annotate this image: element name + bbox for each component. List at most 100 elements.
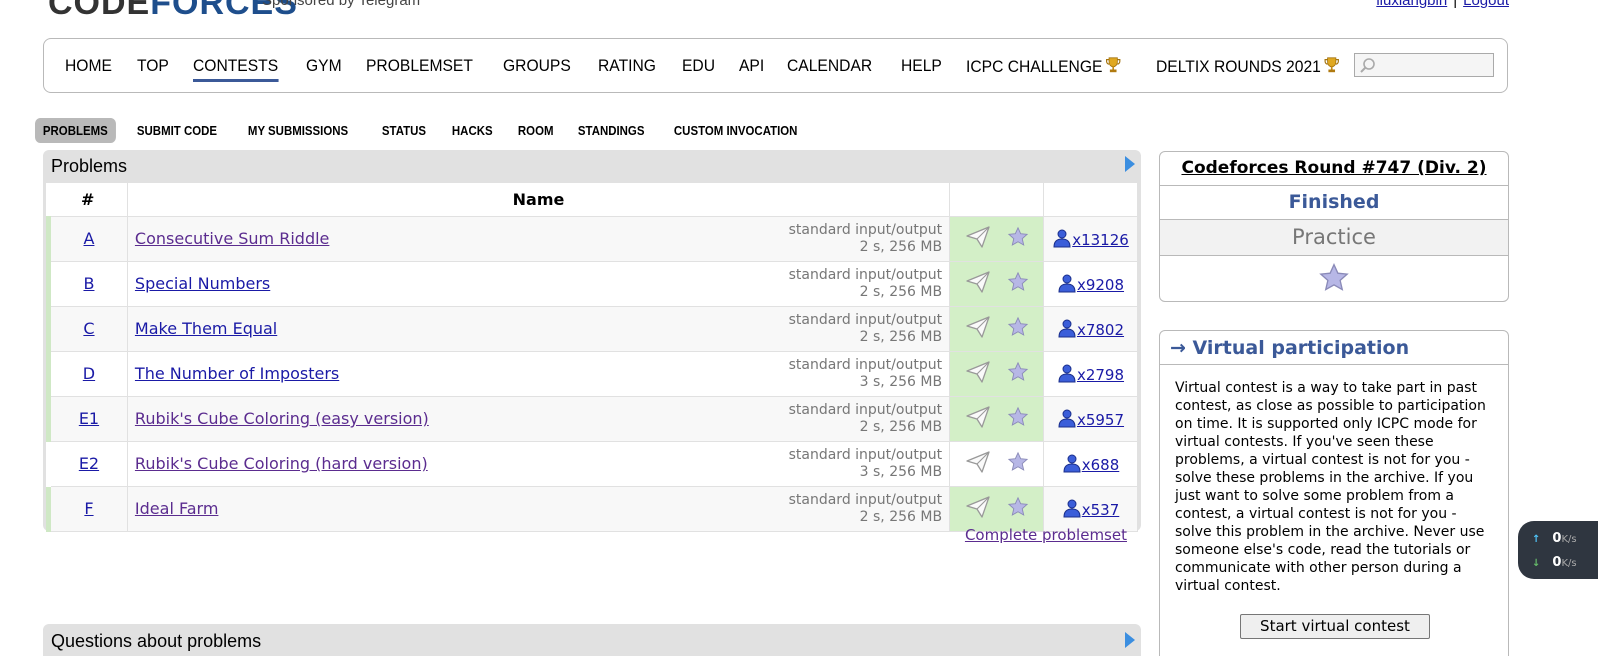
submit-plane-icon[interactable] <box>965 405 991 433</box>
problem-index-link[interactable]: E1 <box>79 409 99 428</box>
user-icon <box>1062 499 1082 519</box>
main-menu-item-calendar[interactable]: CALENDAR <box>787 56 872 77</box>
problem-index-link[interactable]: D <box>83 364 95 383</box>
problem-name-link[interactable]: Consecutive Sum Riddle <box>135 229 329 248</box>
round-title: Codeforces Round #747 (Div. 2) <box>1160 152 1508 186</box>
solvers-link[interactable]: x2798 <box>1057 364 1124 384</box>
main-menu-item-api[interactable]: API <box>739 56 764 77</box>
problem-index-link[interactable]: F <box>84 499 93 518</box>
io-text: standard input/output <box>788 311 943 328</box>
main-menu-item-rating[interactable]: RATING <box>598 56 656 77</box>
user-icon <box>1057 274 1077 294</box>
problem-row: C Make Them Equal standard input/output 2 s… <box>46 306 1138 352</box>
main-menu-item-help[interactable]: HELP <box>901 56 942 77</box>
problem-index-link[interactable]: E2 <box>79 454 99 473</box>
submit-plane-icon[interactable] <box>965 315 991 343</box>
submit-plane-icon[interactable] <box>965 225 991 253</box>
questions-title: Questions about problems <box>51 631 262 651</box>
favourite-star-icon[interactable] <box>1160 256 1508 301</box>
solvers-link[interactable]: x7802 <box>1057 319 1124 339</box>
favourite-star-icon[interactable] <box>1007 361 1029 387</box>
favourite-star-icon[interactable] <box>1007 226 1029 252</box>
favourite-star-icon[interactable] <box>1007 496 1029 522</box>
round-link[interactable]: Codeforces Round #747 (Div. 2) <box>1181 158 1486 178</box>
problem-row: E1 Rubik's Cube Coloring (easy version) st… <box>46 396 1138 442</box>
start-virtual-contest-button[interactable]: Start virtual contest <box>1240 614 1430 639</box>
main-menu-item-contests[interactable]: CONTESTS <box>192 56 278 82</box>
logout-link[interactable]: Logout <box>1463 0 1509 9</box>
main-menu-item-groups[interactable]: GROUPS <box>503 56 571 77</box>
submit-plane-icon[interactable] <box>965 270 991 298</box>
round-status: Finished <box>1160 186 1508 220</box>
search-input[interactable] <box>1354 53 1494 77</box>
contest-menu-custom-invocation[interactable]: CUSTOM INVOCATION <box>666 118 805 143</box>
favourite-star-icon[interactable] <box>1007 271 1029 297</box>
user-icon <box>1052 229 1072 249</box>
favourite-star-icon[interactable] <box>1007 316 1029 342</box>
limits-text: 2 s, 256 MB <box>859 328 943 345</box>
contest-menu-room[interactable]: ROOM <box>510 118 561 143</box>
problem-actions-cell <box>949 261 1045 307</box>
logo-text: CODEFORCES <box>48 0 298 22</box>
round-phase: Practice <box>1160 220 1508 256</box>
favourite-star-icon[interactable] <box>1007 406 1029 432</box>
problem-name-link[interactable]: Rubik's Cube Coloring (hard version) <box>135 454 428 473</box>
problem-index-cell: E2 <box>46 441 128 487</box>
io-text: standard input/output <box>788 221 943 238</box>
solvers-cell: x688 <box>1043 441 1138 487</box>
solvers-link[interactable]: x688 <box>1062 454 1119 474</box>
submit-plane-icon[interactable] <box>965 495 991 523</box>
solvers-link[interactable]: x13126 <box>1052 229 1129 249</box>
column-name: Name <box>127 183 951 217</box>
main-menu-item-top[interactable]: TOP <box>137 56 169 77</box>
complete-problemset-link[interactable]: Complete problemset <box>965 526 1127 544</box>
problems-box: Problems # Name A Consecutive Sum Riddle s… <box>43 150 1141 532</box>
problem-name-link[interactable]: Special Numbers <box>135 274 270 293</box>
toggle-arrow-icon[interactable] <box>1125 156 1135 172</box>
main-menu-item-problemset[interactable]: PROBLEMSET <box>366 56 473 77</box>
problem-name-link[interactable]: The Number of Imposters <box>135 364 339 383</box>
main-menu-item-deltix-rounds-2021[interactable]: DELTIX ROUNDS 2021 <box>1156 56 1340 77</box>
contest-menu-problems[interactable]: PROBLEMS <box>35 118 116 143</box>
user-icon <box>1057 319 1077 339</box>
contest-menu-standings[interactable]: STANDINGS <box>570 118 652 143</box>
submit-plane-icon[interactable] <box>965 450 991 478</box>
solvers-cell: x2798 <box>1043 351 1138 397</box>
problem-name-link[interactable]: Rubik's Cube Coloring (easy version) <box>135 409 429 428</box>
problem-limits: standard input/output 2 s, 256 MB <box>789 222 942 256</box>
problem-name-link[interactable]: Ideal Farm <box>135 499 218 518</box>
main-menu-item-edu[interactable]: EDU <box>682 56 715 77</box>
virtual-participation-box: → Virtual participation Virtual contest … <box>1159 330 1509 656</box>
column-actions <box>949 183 1045 217</box>
main-menu: HOME TOP CONTESTS GYM PROBLEMSET GROUPS RATING… <box>43 38 1508 93</box>
contest-menu-hacks[interactable]: HACKS <box>444 118 501 143</box>
profile-link[interactable]: liuxiangbin <box>1376 0 1447 9</box>
search-icon <box>1360 58 1375 73</box>
io-text: standard input/output <box>788 356 943 373</box>
limits-text: 3 s, 256 MB <box>859 373 943 390</box>
problem-name-link[interactable]: Make Them Equal <box>135 319 277 338</box>
main-menu-item-icpc-challenge[interactable]: ICPC CHALLENGE <box>966 56 1122 77</box>
main-menu-item-home[interactable]: HOME <box>65 56 112 77</box>
toggle-arrow-icon[interactable] <box>1125 632 1135 648</box>
solvers-link[interactable]: x537 <box>1062 499 1119 519</box>
submit-plane-icon[interactable] <box>965 360 991 388</box>
solvers-link[interactable]: x5957 <box>1057 409 1124 429</box>
round-info-box: Codeforces Round #747 (Div. 2) Finished … <box>1159 151 1509 302</box>
problem-index-link[interactable]: B <box>83 274 94 293</box>
favourite-star-icon[interactable] <box>1007 451 1029 477</box>
io-text: standard input/output <box>788 446 943 463</box>
problem-row: A Consecutive Sum Riddle standard input/ou… <box>46 216 1138 262</box>
column-solvers <box>1043 183 1138 217</box>
problem-actions-cell <box>949 396 1045 442</box>
problem-limits: standard input/output 2 s, 256 MB <box>789 402 942 436</box>
solvers-link[interactable]: x9208 <box>1057 274 1124 294</box>
problem-index-link[interactable]: A <box>83 229 94 248</box>
problem-index-link[interactable]: C <box>83 319 94 338</box>
vp-title: → Virtual participation <box>1160 331 1508 365</box>
contest-menu-my-submissions[interactable]: MY SUBMISSIONS <box>240 118 356 143</box>
column-index: # <box>48 183 128 217</box>
main-menu-item-gym[interactable]: GYM <box>306 56 342 77</box>
contest-menu-status[interactable]: STATUS <box>374 118 434 143</box>
contest-menu-submit-code[interactable]: SUBMIT CODE <box>129 118 225 143</box>
